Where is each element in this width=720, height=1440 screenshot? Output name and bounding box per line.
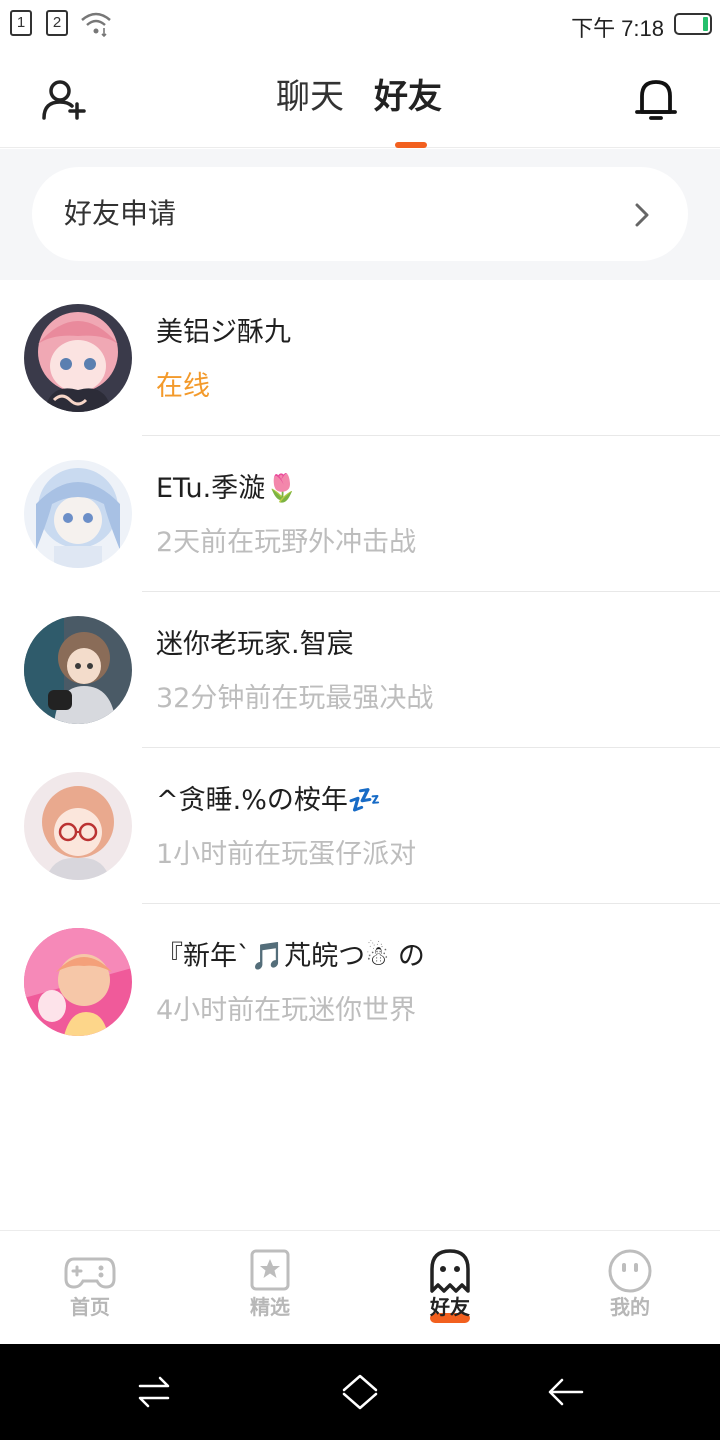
ghost-icon (430, 1249, 470, 1293)
nav-friends[interactable]: 好友 (360, 1231, 540, 1345)
friend-name: 迷你老玩家.智宸 (156, 629, 354, 660)
nav-label: 精选 (250, 1295, 290, 1319)
nav-label: 好友 (430, 1295, 470, 1319)
friend-request-button[interactable]: 好友申请 (32, 167, 688, 261)
star-bookmark-icon (250, 1249, 290, 1291)
friend-row[interactable]: 『新年`🎵芃皖つ☃ の 4小时前在玩迷你世界 (0, 904, 720, 1060)
friend-row[interactable]: 迷你老玩家.智宸 32分钟前在玩最强决战 (0, 592, 720, 748)
avatar[interactable] (24, 772, 132, 880)
active-tab-indicator (395, 142, 427, 148)
friend-status: 在线 (156, 371, 210, 402)
chevron-right-icon (635, 203, 649, 227)
clock: 下午 7:18 (571, 16, 664, 41)
face-icon (608, 1249, 652, 1293)
nav-featured[interactable]: 精选 (180, 1231, 360, 1345)
friend-row[interactable]: ETu.季漩🌷 2天前在玩野外冲击战 (0, 436, 720, 592)
system-nav-bar (0, 1344, 720, 1440)
nav-label: 首页 (70, 1295, 110, 1319)
avatar[interactable] (24, 304, 132, 412)
friend-row[interactable]: 美铝ジ酥九 在线 (0, 280, 720, 436)
recents-icon[interactable] (134, 1372, 174, 1412)
bottom-nav: 首页 精选 好友 我的 (0, 1230, 720, 1344)
bell-icon[interactable] (634, 74, 678, 124)
nav-profile[interactable]: 我的 (540, 1231, 720, 1345)
status-bar: 1 2 下午 7:18 (0, 0, 720, 50)
battery-icon (674, 13, 712, 35)
friend-status: 1小时前在玩蛋仔派对 (156, 839, 417, 870)
nav-home[interactable]: 首页 (0, 1231, 180, 1345)
avatar[interactable] (24, 616, 132, 724)
back-icon[interactable] (546, 1372, 586, 1412)
friend-status: 4小时前在玩迷你世界 (156, 995, 417, 1026)
friend-request-section: 好友申请 (0, 149, 720, 280)
top-header: 聊天 好友 (0, 50, 720, 148)
friend-status: 32分钟前在玩最强决战 (156, 683, 434, 714)
gamepad-icon (64, 1257, 116, 1289)
friend-name: ETu.季漩🌷 (156, 473, 299, 504)
add-friend-icon[interactable] (40, 78, 88, 122)
friend-name: 『新年`🎵芃皖つ☃ の (156, 941, 425, 972)
avatar[interactable] (24, 460, 132, 568)
friend-name: 美铝ジ酥九 (156, 317, 291, 348)
friend-row[interactable]: ^贪睡.%の桉年💤 1小时前在玩蛋仔派对 (0, 748, 720, 904)
friend-request-label: 好友申请 (64, 197, 177, 230)
avatar[interactable] (24, 928, 132, 1036)
friend-status: 2天前在玩野外冲击战 (156, 527, 417, 558)
sim2-icon: 2 (46, 10, 68, 36)
sim1-icon: 1 (10, 10, 32, 36)
wifi-icon (81, 12, 111, 38)
nav-label: 我的 (610, 1295, 650, 1319)
tab-chat[interactable]: 聊天 (276, 74, 344, 120)
friend-name: ^贪睡.%の桉年💤 (156, 785, 382, 816)
home-icon[interactable] (340, 1372, 380, 1412)
tab-friends[interactable]: 好友 (374, 74, 442, 120)
